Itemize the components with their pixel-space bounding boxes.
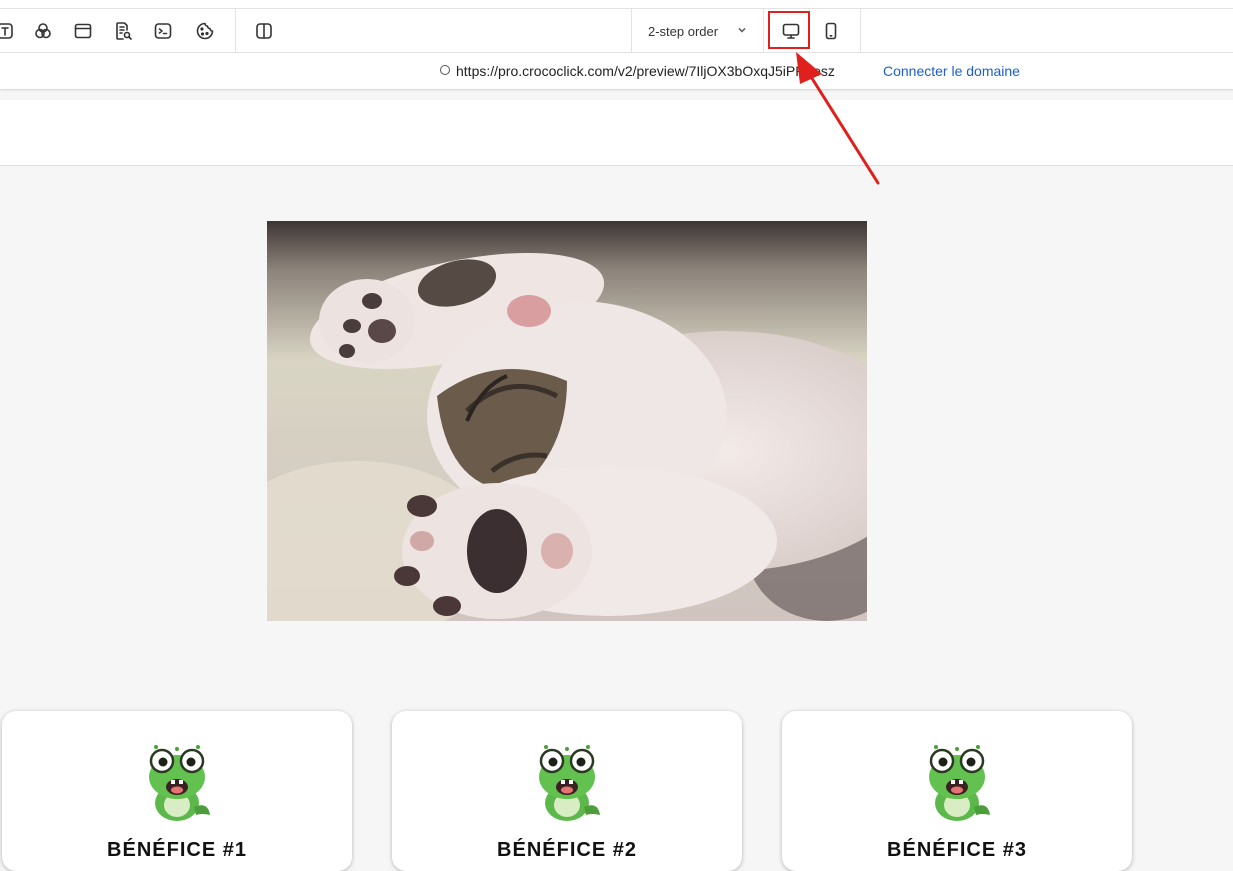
toolbar-divider: [763, 9, 764, 53]
preview-url-bar: https://pro.crococlick.com/v2/preview/7I…: [0, 53, 1233, 90]
code-tool-button[interactable]: [143, 9, 183, 53]
page-select-value: 2-step order: [648, 23, 719, 39]
text-tool-button[interactable]: [0, 9, 25, 53]
window-top-strip: [0, 0, 1233, 8]
crocodile-mascot-icon: [539, 745, 600, 821]
page-select-dropdown[interactable]: 2-step order: [632, 9, 763, 53]
circles-icon: [35, 23, 51, 39]
split-view-icon: [256, 23, 272, 39]
split-view-button[interactable]: [244, 9, 284, 53]
benefit-title: BÉNÉFICE #3: [887, 839, 1027, 861]
color-tool-button[interactable]: [23, 9, 63, 53]
toolbar-divider: [860, 9, 861, 53]
benefit-title: BÉNÉFICE #1: [107, 839, 247, 861]
document-search-icon: [116, 22, 132, 40]
cookie-tool-button[interactable]: [185, 9, 225, 53]
page-header-section: [0, 100, 1233, 166]
smartphone-icon: [825, 22, 837, 40]
terminal-icon: [154, 23, 172, 39]
cookie-icon: [196, 22, 214, 40]
crocodile-mascot-icon: [929, 745, 990, 821]
mobile-view-button[interactable]: [811, 9, 851, 53]
crocodile-mascot-icon: [149, 745, 210, 821]
toolbar-divider: [235, 9, 236, 53]
seo-tool-button[interactable]: [103, 9, 143, 53]
benefit-title: BÉNÉFICE #2: [497, 839, 637, 861]
connect-domain-link[interactable]: Connecter le domaine: [883, 63, 1020, 79]
text-icon: [0, 23, 13, 39]
benefit-card-1: BÉNÉFICE #1: [2, 711, 352, 871]
preview-url[interactable]: https://pro.crococlick.com/v2/preview/7I…: [456, 63, 835, 79]
editor-toolbar: 2-step order: [0, 8, 1233, 53]
connection-status-icon: [440, 65, 450, 75]
hero-kitten-image: [267, 221, 867, 621]
layout-tool-button[interactable]: [63, 9, 103, 53]
benefit-card-3: BÉNÉFICE #3: [782, 711, 1132, 871]
window-icon: [74, 23, 92, 39]
benefit-card-2: BÉNÉFICE #2: [392, 711, 742, 871]
chevron-down-icon: [737, 23, 747, 33]
active-device-highlight: [768, 11, 810, 49]
